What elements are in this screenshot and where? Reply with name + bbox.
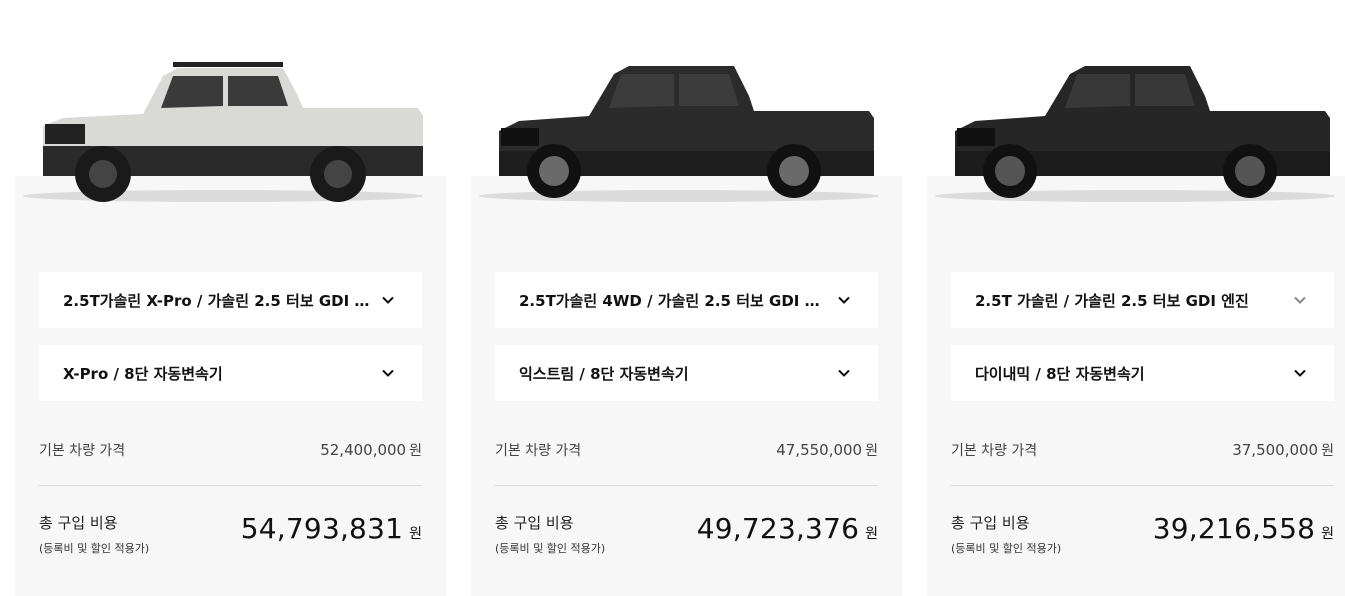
total-cost-value: 49,723,376 <box>696 512 860 545</box>
option-select-label: 익스트림 / 8단 자동변속기 <box>519 364 689 383</box>
chevron-down-icon <box>838 369 850 377</box>
total-cost-label: 총 구입 비용 <box>39 514 118 532</box>
total-cost: 39,216,558 원 <box>1153 512 1334 545</box>
base-price-label: 기본 차량 가격 <box>39 443 126 459</box>
base-price-unit: 원 <box>409 443 422 459</box>
divider <box>951 485 1334 486</box>
total-cost-unit: 원 <box>865 526 878 542</box>
option-select[interactable]: 다이내믹 / 8단 자동변속기 <box>951 345 1334 401</box>
trim-select[interactable]: 2.5T가솔린 4WD / 가솔린 2.5 터보 GDI 엔진 <box>495 272 878 328</box>
trim-card-1: 2.5T가솔린 X-Pro / 가솔린 2.5 터보 GDI 엔진 X-Pro … <box>15 62 446 596</box>
divider <box>495 485 878 486</box>
option-select-label: X-Pro / 8단 자동변속기 <box>63 364 223 383</box>
total-cost-value: 54,793,831 <box>240 512 404 545</box>
chevron-down-icon <box>382 369 394 377</box>
total-cost-subtext: (등록비 및 할인 적용가) <box>39 542 150 555</box>
black-pickup-truck-image <box>935 66 1335 202</box>
trim-select-label: 2.5T가솔린 4WD / 가솔린 2.5 터보 GDI 엔진 <box>519 291 829 310</box>
total-cost-value: 39,216,558 <box>1152 512 1316 545</box>
trim-select[interactable]: 2.5T 가솔린 / 가솔린 2.5 터보 GDI 엔진 <box>951 272 1334 328</box>
total-cost-unit: 원 <box>1321 526 1334 542</box>
base-price-value: 52,400,000 <box>320 441 407 459</box>
total-cost-label: 총 구입 비용 <box>951 514 1030 532</box>
chevron-down-icon <box>838 296 850 304</box>
base-price-label: 기본 차량 가격 <box>951 443 1038 459</box>
white-pickup-truck-image <box>23 62 423 202</box>
black-pickup-truck-image <box>479 66 879 202</box>
option-select-label: 다이내믹 / 8단 자동변속기 <box>975 364 1145 383</box>
chevron-down-icon <box>1294 369 1306 377</box>
total-cost: 54,793,831 원 <box>241 512 422 545</box>
total-cost-subtext: (등록비 및 할인 적용가) <box>495 542 606 555</box>
trim-card-3: 2.5T 가솔린 / 가솔린 2.5 터보 GDI 엔진 다이내믹 / 8단 자… <box>927 66 1345 596</box>
base-price-row: 기본 차량 가격 47,550,000 원 <box>495 440 878 460</box>
chevron-down-icon <box>1294 296 1306 304</box>
option-select[interactable]: X-Pro / 8단 자동변속기 <box>39 345 422 401</box>
chevron-down-icon <box>382 296 394 304</box>
base-price-label: 기본 차량 가격 <box>495 443 582 459</box>
trim-select-label: 2.5T가솔린 X-Pro / 가솔린 2.5 터보 GDI 엔진 <box>63 291 373 310</box>
total-cost-subtext: (등록비 및 할인 적용가) <box>951 542 1062 555</box>
option-select[interactable]: 익스트림 / 8단 자동변속기 <box>495 345 878 401</box>
total-cost: 49,723,376 원 <box>697 512 878 545</box>
divider <box>39 485 422 486</box>
base-price-unit: 원 <box>865 443 878 459</box>
base-price-row: 기본 차량 가격 37,500,000 원 <box>951 440 1334 460</box>
base-price-value: 47,550,000 <box>776 441 863 459</box>
base-price-row: 기본 차량 가격 52,400,000 원 <box>39 440 422 460</box>
base-price-unit: 원 <box>1321 443 1334 459</box>
trim-select-label: 2.5T 가솔린 / 가솔린 2.5 터보 GDI 엔진 <box>975 291 1249 310</box>
trim-select[interactable]: 2.5T가솔린 X-Pro / 가솔린 2.5 터보 GDI 엔진 <box>39 272 422 328</box>
trim-card-2: 2.5T가솔린 4WD / 가솔린 2.5 터보 GDI 엔진 익스트림 / 8… <box>471 66 902 596</box>
total-cost-label: 총 구입 비용 <box>495 514 574 532</box>
base-price-value: 37,500,000 <box>1232 441 1319 459</box>
total-cost-unit: 원 <box>409 526 422 542</box>
